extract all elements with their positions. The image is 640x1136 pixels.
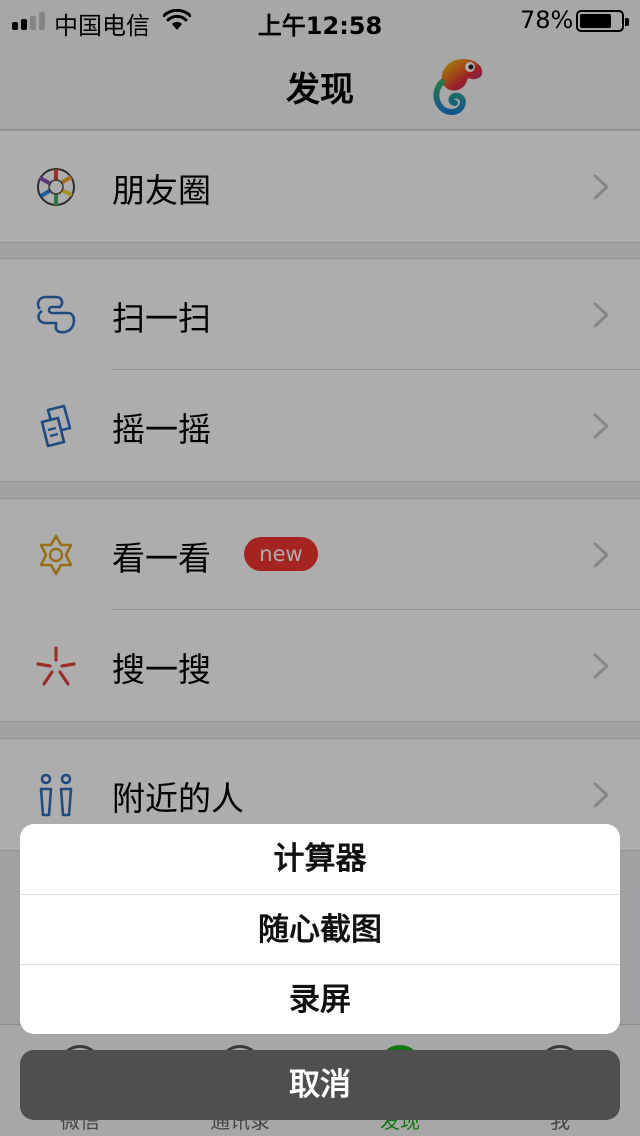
- cancel-button[interactable]: 取消: [20, 1050, 620, 1120]
- discover-screen: 中国电信 上午12:58 78% 发现 朋友圈 扫一扫 摇一摇 看一看 new …: [0, 0, 640, 1136]
- action-screenshot[interactable]: 随心截图: [20, 894, 620, 964]
- action-sheet: 计算器 随心截图 录屏: [20, 824, 620, 1034]
- action-screen-record[interactable]: 录屏: [20, 964, 620, 1034]
- action-calculator[interactable]: 计算器: [20, 824, 620, 894]
